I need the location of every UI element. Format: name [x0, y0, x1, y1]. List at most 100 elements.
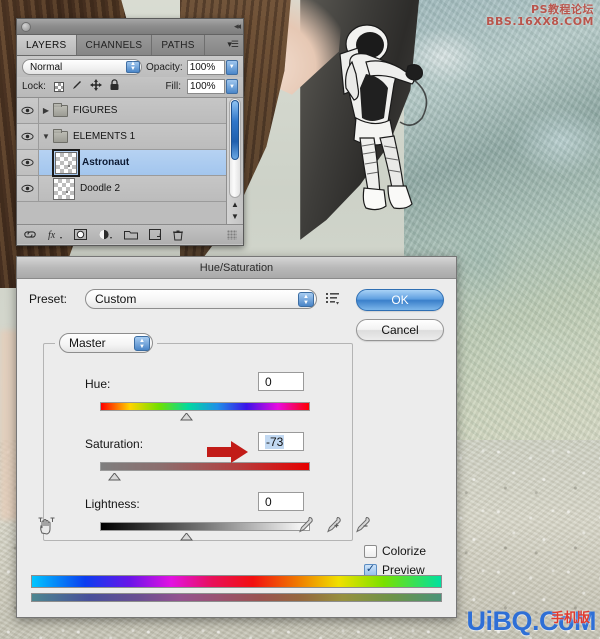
panel-drag-bar[interactable]: ◂◂: [17, 19, 243, 35]
layer-visibility-toggle-elements1[interactable]: [17, 124, 39, 149]
tab-channels[interactable]: CHANNELS: [77, 35, 153, 55]
channel-chevron-updown-icon[interactable]: ▲ ▼: [134, 336, 150, 351]
blend-mode-chevron-icon[interactable]: ▲ ▼: [126, 61, 140, 73]
dialog-title-bar[interactable]: Hue/Saturation: [17, 257, 456, 279]
layer-name: ELEMENTS 1: [73, 131, 136, 142]
preset-label: Preset:: [29, 292, 68, 306]
tab-layers[interactable]: LAYERS: [17, 35, 77, 55]
tab-paths-label: PATHS: [161, 39, 195, 51]
panel-collapse-arrows-icon[interactable]: ◂◂: [234, 21, 241, 32]
lock-transparent-pixels-icon[interactable]: [53, 81, 64, 92]
new-layer-icon[interactable]: [149, 229, 161, 240]
color-spectrum-bars: [31, 575, 442, 602]
colorize-checkbox[interactable]: [364, 544, 377, 558]
opacity-control[interactable]: 100% ▼: [186, 59, 238, 75]
fill-chevron-down-icon[interactable]: ▼: [226, 79, 238, 94]
folder-icon: [53, 102, 68, 117]
scrollbar-track[interactable]: [229, 98, 241, 198]
table-row[interactable]: ▶ FIGURES: [17, 98, 226, 124]
table-row[interactable]: ▼ ELEMENTS 1: [17, 124, 226, 150]
watermark-top: PS教程论坛 BBS.16XX8.COM: [486, 4, 594, 27]
panel-resize-grip[interactable]: [227, 229, 237, 240]
panel-collapse-dot-icon[interactable]: [21, 21, 31, 32]
eye-icon: [21, 158, 34, 167]
lock-icon-group: [53, 79, 120, 94]
hue-slider-block: Hue: 0: [85, 372, 335, 421]
link-layers-icon[interactable]: [23, 230, 37, 239]
lightness-input[interactable]: 0: [258, 492, 304, 511]
opacity-input[interactable]: 100%: [186, 59, 225, 75]
layer-visibility-toggle-doodle2[interactable]: [17, 176, 39, 201]
fx-icon[interactable]: fx: [48, 229, 63, 240]
lock-all-padlock-icon[interactable]: [109, 79, 120, 94]
lock-label: Lock:: [22, 81, 46, 92]
hue-value: 0: [265, 374, 272, 389]
spectrum-bar-adjusted[interactable]: [31, 593, 442, 602]
saturation-slider-track[interactable]: [100, 462, 310, 471]
lightness-slider-block: Lightness: 0: [85, 492, 335, 541]
scroll-up-arrow-icon[interactable]: ▲: [230, 199, 240, 210]
colorize-row[interactable]: Colorize: [364, 544, 426, 558]
new-group-icon[interactable]: [124, 229, 138, 240]
hue-saturation-dialog: Hue/Saturation Preset: Custom ▲ ▼ OK Can…: [16, 256, 457, 618]
eyedropper-group: [298, 516, 371, 536]
saturation-slider-thumb[interactable]: [108, 473, 121, 481]
hue-input[interactable]: 0: [258, 372, 304, 391]
disclosure-triangle-expanded-icon[interactable]: ▼: [39, 132, 53, 141]
dialog-body: Preset: Custom ▲ ▼ OK Cancel Master ▲ ▼ …: [17, 279, 456, 618]
channel-select[interactable]: Master ▲ ▼: [59, 333, 153, 353]
scroll-down-arrow-icon[interactable]: ▼: [230, 211, 240, 222]
blend-mode-select[interactable]: Normal ▲ ▼: [22, 59, 142, 75]
saturation-label: Saturation:: [85, 437, 144, 451]
fill-control[interactable]: 100% ▼: [187, 79, 238, 94]
layer-name: FIGURES: [73, 105, 118, 116]
scrollbar-thumb[interactable]: [231, 100, 239, 160]
table-row[interactable]: Doodle 2: [17, 176, 226, 202]
table-row[interactable]: Astronaut: [17, 148, 226, 177]
on-image-adjust-icon[interactable]: [37, 517, 57, 540]
watermark-top-line1: PS教程论坛: [531, 3, 594, 16]
fill-input[interactable]: 100%: [187, 79, 225, 94]
preset-options-icon[interactable]: [325, 291, 341, 307]
saturation-input[interactable]: -73: [258, 432, 304, 451]
layer-mask-icon[interactable]: [74, 229, 87, 240]
layer-visibility-toggle-figures[interactable]: [17, 98, 39, 123]
ok-button[interactable]: OK: [356, 289, 444, 311]
cancel-button[interactable]: Cancel: [356, 319, 444, 341]
fill-value: 100%: [190, 81, 216, 92]
layer-list: ▶ FIGURES ▼ ELEMENTS 1 Astronaut Doodle …: [17, 98, 226, 224]
hue-slider-track[interactable]: [100, 402, 310, 411]
preset-chevron-updown-icon[interactable]: ▲ ▼: [298, 292, 314, 307]
layer-visibility-toggle-astronaut[interactable]: [17, 150, 39, 175]
preset-select[interactable]: Custom ▲ ▼: [85, 289, 317, 309]
disclosure-triangle-collapsed-icon[interactable]: ▶: [39, 106, 53, 115]
lock-position-move-icon[interactable]: [89, 79, 102, 94]
eyedropper-subtract-icon[interactable]: [355, 516, 371, 536]
layer-thumbnail[interactable]: [52, 148, 80, 177]
colorize-label: Colorize: [382, 544, 427, 558]
panel-menu-icon[interactable]: ▾☰: [227, 39, 239, 50]
astronaut-image: [322, 18, 440, 228]
svg-text:fx: fx: [48, 230, 56, 240]
hue-slider-thumb[interactable]: [180, 413, 193, 421]
opacity-value: 100%: [189, 61, 216, 73]
spectrum-bar-original[interactable]: [31, 575, 442, 588]
opacity-chevron-down-icon[interactable]: ▼: [225, 59, 238, 75]
watermark-bottom-cn: 手机版: [550, 611, 590, 626]
watermark-top-line2: BBS.16XX8.COM: [486, 14, 594, 28]
lightness-slider-track[interactable]: [100, 522, 310, 531]
eyedropper-icon[interactable]: [298, 516, 313, 536]
layer-thumbnail[interactable]: [53, 177, 75, 200]
eye-icon: [21, 106, 34, 115]
layers-scrollbar[interactable]: ▲ ▼: [226, 98, 243, 224]
tab-channels-label: CHANNELS: [85, 39, 143, 51]
lightness-slider-thumb[interactable]: [180, 533, 193, 541]
eye-icon: [21, 132, 34, 141]
eyedropper-add-icon[interactable]: [326, 516, 342, 536]
lock-image-pixels-brush-icon[interactable]: [71, 79, 83, 94]
layers-list-area: ▶ FIGURES ▼ ELEMENTS 1 Astronaut Doodle …: [17, 98, 243, 224]
blend-mode-row: Normal ▲ ▼ Opacity: 100% ▼: [17, 56, 243, 77]
adjustment-layer-icon[interactable]: [98, 229, 113, 240]
delete-layer-trash-icon[interactable]: [172, 229, 184, 241]
tab-paths[interactable]: PATHS: [152, 35, 205, 55]
